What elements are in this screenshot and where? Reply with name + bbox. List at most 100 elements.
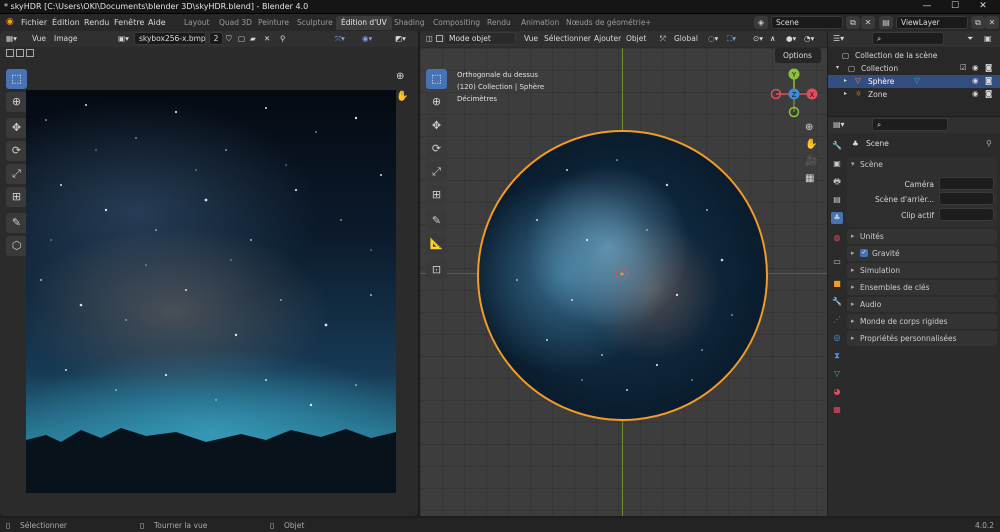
delete-view-layer-icon[interactable]: ✕ [985,16,999,29]
view-layer-icon[interactable]: ▤ [879,16,893,29]
tab-geometry-nodes[interactable]: Nœuds de géométrie [561,16,650,30]
tab-sculpting[interactable]: Sculpture [292,16,338,30]
exclude-checkbox-icon[interactable]: ☑ [960,63,967,72]
viewport-select-tool-icon[interactable]: ⬚ [426,69,447,89]
outliner-search-input[interactable]: ⌕ [872,32,944,45]
tab-quad-3d[interactable]: Quad 3D [214,16,257,30]
pivot-icon[interactable]: ◌▾ [708,34,718,43]
pan-view-icon[interactable]: ✋ [396,91,408,102]
select-mode-edge-icon[interactable] [16,49,24,57]
render-tab-icon[interactable]: ▣ [831,158,843,170]
tab-animation[interactable]: Animation [516,16,564,30]
render-camera-icon[interactable]: ◙ [985,89,992,98]
delete-scene-icon[interactable]: ✕ [861,16,875,29]
uv-menu-view[interactable]: Vue [32,34,46,43]
snap-icon[interactable]: ⛶▾ [727,34,736,44]
tab-compositing[interactable]: Compositing [428,16,485,30]
open-image-icon[interactable]: ▰ [250,34,256,43]
scene-selector-icon[interactable]: ◈ [754,16,768,29]
panel-expand-icon[interactable]: ▾ [851,160,855,168]
fake-user-icon[interactable]: ⛉ [226,34,232,44]
panel-gravity[interactable]: ▸ ✓ Gravité [847,246,997,261]
properties-editor-type-icon[interactable]: ▤▾ [833,120,845,129]
viewport-overlay-icon[interactable]: ◔▾ [804,34,814,43]
menu-render[interactable]: Rendu [84,18,109,27]
viewport-zoom-icon[interactable]: ⊕ [805,122,817,133]
pin-icon[interactable]: ⚲ [280,34,286,43]
menu-help[interactable]: Aide [148,18,166,27]
material-tab-icon[interactable]: ◕ [831,386,843,398]
add-workspace-button[interactable]: + [640,16,656,30]
rotate-tool-icon[interactable]: ⟳ [6,141,27,161]
scale-tool-icon[interactable]: ⤢ [6,164,27,184]
collection-tab-icon[interactable]: ▭ [831,256,843,268]
visibility-icon[interactable]: ●▾ [786,34,796,43]
viewport-rotate-tool-icon[interactable]: ⟳ [426,139,447,159]
new-scene-icon[interactable]: ⧉ [846,16,860,29]
visibility-eye-icon[interactable]: ◉ [972,89,979,98]
falloff-icon[interactable]: ∧ [770,34,776,43]
grab-tool-icon[interactable]: ⬡ [6,236,27,256]
expand-arrow-icon[interactable]: ▸ [844,77,847,84]
viewport-scale-tool-icon[interactable]: ⤢ [426,162,447,182]
tab-uv-editing[interactable]: Édition d'UV [336,16,392,30]
texture-tab-icon[interactable]: ▦ [831,404,843,416]
menu-window[interactable]: Fenêtre [114,18,144,27]
tab-painting[interactable]: Peinture [253,16,294,30]
editor-type-icon[interactable]: ▦▾ [6,34,17,43]
camera-field[interactable] [939,177,994,190]
minimize-button[interactable]: — [916,1,938,11]
close-button[interactable]: ✕ [972,1,994,11]
3d-cursor-icon[interactable] [612,264,632,284]
select-mode-vertex-icon[interactable] [6,49,14,57]
overlay-icon[interactable]: ◩▾ [395,34,406,43]
gizmo-icon[interactable]: ◉▾ [362,34,372,43]
cursor-tool-icon[interactable]: ⊕ [6,92,27,112]
object-tab-icon[interactable]: ■ [831,278,843,290]
outliner-row-collection[interactable]: ▾ ▢ Collection ☑ ◉ ◙ [828,62,1000,75]
select-box-tool-icon[interactable]: ⬚ [6,69,27,89]
tab-layout[interactable]: Layout [179,16,215,30]
outliner-row-sphere[interactable]: ▸ ▽ Sphère ▽ ◉ ◙ [828,75,1000,88]
render-camera-icon[interactable]: ◙ [985,63,992,72]
expand-arrow-icon[interactable]: ▸ [844,90,847,97]
panel-simulation[interactable]: ▸ Simulation [847,263,997,278]
view-layer-field[interactable]: ViewLayer [896,16,968,29]
proportional-edit-icon[interactable]: ⊙▾ [753,34,763,43]
annotate-tool-icon[interactable]: ✎ [6,213,27,233]
measure-tool-icon[interactable]: 📐 [426,234,447,254]
outliner-row-scene-collection[interactable]: ▢ Collection de la scène [828,49,1000,62]
perspective-toggle-icon[interactable]: ▦ [805,173,817,184]
outliner-row-zone[interactable]: ▸ ☼ Zone ◉ ◙ [828,88,1000,101]
viewport-annotate-tool-icon[interactable]: ✎ [426,211,447,231]
background-scene-field[interactable] [939,192,994,205]
options-button[interactable]: Options [775,48,821,63]
properties-search-input[interactable]: ⌕ [872,118,948,131]
viewport-menu-select[interactable]: Sélectionner [544,34,591,43]
viewport-transform-tool-icon[interactable]: ⊞ [426,185,447,205]
image-browse-icon[interactable]: ▣▾ [118,34,129,43]
panel-keying-sets[interactable]: ▸ Ensembles de clés [847,280,997,295]
modifier-tab-icon[interactable]: 🔧 [831,296,843,308]
panel-rigid-body-world[interactable]: ▸ Monde de corps rigides [847,314,997,329]
viewport-menu-view[interactable]: Vue [524,34,538,43]
active-clip-field[interactable] [939,208,994,221]
output-tab-icon[interactable]: 🖶 [831,176,843,188]
particles-tab-icon[interactable]: ⋰ [831,314,843,326]
viewport-editor-type-icon[interactable]: ◫ [426,34,433,43]
viewport-cursor-tool-icon[interactable]: ⊕ [426,92,447,112]
view-layer-tab-icon[interactable]: ▤ [831,194,843,206]
camera-view-icon[interactable]: 🎥 [805,156,817,167]
panel-units[interactable]: ▸ Unités [847,229,997,244]
world-tab-icon[interactable]: ◍ [831,232,843,244]
tab-rendering[interactable]: Rendu [482,16,516,30]
new-collection-icon[interactable]: ▣ [984,34,992,43]
uv-menu-image[interactable]: Image [54,34,78,43]
zoom-view-icon[interactable]: ⊕ [396,71,404,82]
panel-audio[interactable]: ▸ Audio [847,297,997,312]
menu-edit[interactable]: Édition [52,18,80,27]
select-mode-face-icon[interactable] [26,49,34,57]
render-camera-icon[interactable]: ◙ [985,76,992,85]
viewport-pan-icon[interactable]: ✋ [805,139,817,150]
image-users-count[interactable]: 2 [209,32,223,45]
